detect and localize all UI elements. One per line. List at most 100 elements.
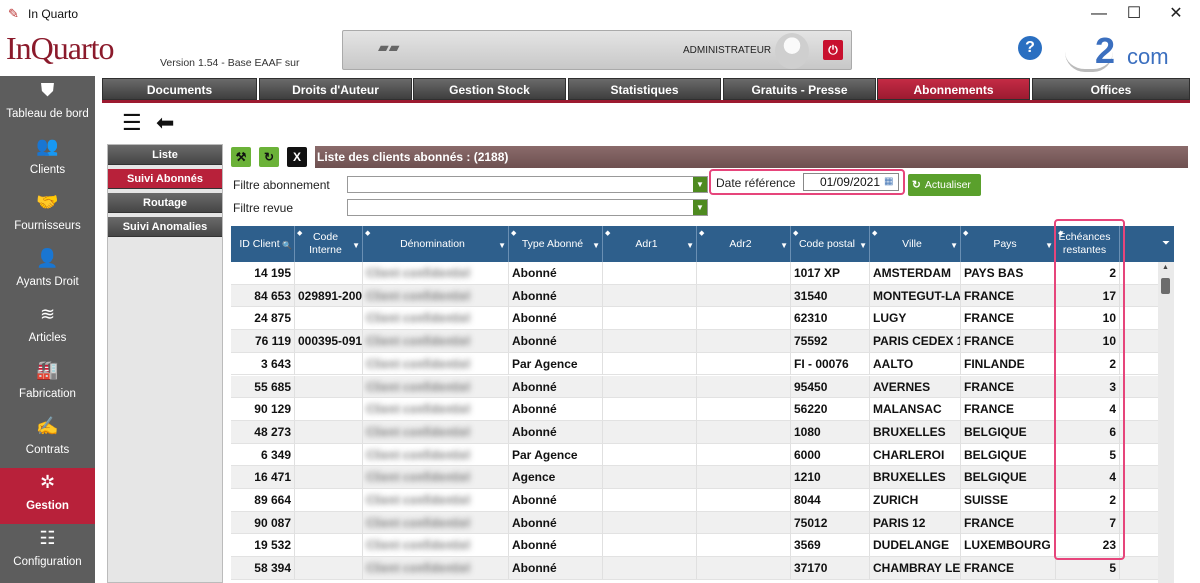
table-row[interactable]: 24 875 Client confidentiel Abonné 62310 LUGY…	[231, 307, 1174, 331]
column-header[interactable]: Dénomination ◆ ▼	[363, 226, 509, 262]
table-row[interactable]: 48 273 Client confidentiel Abonné 1080 BRUXE…	[231, 420, 1174, 444]
maximize-button[interactable]: ☐	[1114, 4, 1154, 24]
sidebar-item-contrats[interactable]: ✍ Contrats	[0, 412, 95, 468]
filter-icon[interactable]: ▼	[1045, 239, 1053, 252]
column-header[interactable]: Code postal ◆ ▼	[791, 226, 870, 262]
table-cell	[603, 375, 697, 398]
column-header[interactable]: Pays ◆ ▼	[961, 226, 1056, 262]
table-row[interactable]: 16 471 Client confidentiel Agence 1210 BRUXE…	[231, 466, 1174, 489]
table-row[interactable]: 84 653 029891-200 Client confidentiel Abonn…	[231, 284, 1174, 308]
table-row[interactable]: 3 643 Client confidentiel Par Agence FI - 0…	[231, 352, 1174, 376]
sidebar-item-articles[interactable]: ≋ Articles	[0, 300, 95, 356]
table-row[interactable]: 58 394 Client confidentiel Abonné 37170 CHAM…	[231, 557, 1174, 580]
filter-icon[interactable]: ▼	[352, 239, 360, 252]
filter-icon[interactable]: ▼	[686, 239, 694, 252]
tab-gestion-stock[interactable]: Gestion Stock	[413, 78, 566, 100]
avatar[interactable]	[775, 33, 809, 69]
subnav-routage[interactable]: Routage	[108, 193, 222, 213]
table-cell	[295, 307, 363, 330]
refresh-icon[interactable]: ↻	[259, 147, 279, 167]
filter-revue-select[interactable]: ▼	[347, 199, 708, 216]
chevron-down-icon[interactable]: ▼	[693, 177, 707, 192]
table-cell: PAYS BAS	[961, 262, 1056, 284]
handshake-icon: 🤝	[36, 192, 59, 212]
table-cell: 76 119	[231, 330, 295, 353]
filter-icon[interactable]: ▼	[859, 239, 867, 252]
column-header[interactable]: Ville ◆ ▼	[870, 226, 961, 262]
table-cell: Client confidentiel	[363, 398, 509, 421]
refresh-icon: ↻	[912, 179, 921, 191]
table-cell: 24 875	[231, 307, 295, 330]
column-header-label: Code Interne	[309, 231, 342, 256]
calendar-icon[interactable]: ▦	[884, 176, 893, 187]
table-cell: Agence	[509, 466, 603, 489]
tab-documents[interactable]: Documents	[102, 78, 257, 100]
table-row[interactable]: 6 349 Client confidentiel Par Agence 6000 CH…	[231, 443, 1174, 467]
column-header[interactable]: Adr2 ◆ ▼	[697, 226, 791, 262]
wand-icon[interactable]: ⚒	[231, 147, 251, 167]
filter-abonnement-select[interactable]: ▼	[347, 176, 708, 193]
chat-icon[interactable]: ▰▰	[378, 39, 400, 56]
power-icon[interactable]: ⏻	[823, 40, 843, 60]
actualiser-button[interactable]: ↻ Actualiser	[908, 174, 981, 196]
scrollbar-thumb[interactable]	[1161, 278, 1170, 294]
table-cell: DUDELANGE	[870, 534, 961, 557]
chevron-down-icon[interactable]: ▼	[693, 200, 707, 215]
filter-icon[interactable]: ▼	[780, 239, 788, 252]
sidebar-item-gestion[interactable]: ✲ Gestion	[0, 468, 95, 524]
table-cell: Abonné	[509, 557, 603, 580]
subnav-suivi-anomalies[interactable]: Suivi Anomalies	[108, 217, 222, 237]
table-row[interactable]: 19 532 Client confidentiel Abonné 3569 DUDEL…	[231, 534, 1174, 558]
table-cell: Client confidentiel	[363, 330, 509, 353]
filter-icon[interactable]: ▼	[498, 239, 506, 252]
sidebar-item-fabrication[interactable]: 🏭 Fabrication	[0, 356, 95, 412]
subnav-liste[interactable]: Liste	[108, 145, 222, 165]
excel-export-icon[interactable]: X	[287, 147, 307, 167]
filter-icon[interactable]: ▼	[592, 239, 600, 252]
table-row[interactable]: 55 685 Client confidentiel Abonné 95450 AVER…	[231, 375, 1174, 399]
table-cell	[295, 375, 363, 398]
help-icon[interactable]: ?	[1018, 36, 1042, 60]
table-row[interactable]: 89 664 Client confidentiel Abonné 8044 ZURIC…	[231, 489, 1174, 512]
vertical-scrollbar[interactable]: ▲	[1158, 262, 1174, 583]
table-cell: Client confidentiel	[363, 511, 509, 534]
tab-gratuits-presse[interactable]: Gratuits - Presse	[723, 78, 876, 100]
column-header[interactable]: ID Client 🔍	[231, 226, 295, 262]
table-row[interactable]: 76 119 000395-091 Client confidentiel Abonn…	[231, 330, 1174, 353]
tab-abonnements[interactable]: Abonnements	[877, 78, 1030, 100]
table-row[interactable]: 14 195 Client confidentiel Abonné 1017 XP AM…	[231, 262, 1174, 285]
sidebar-item-clients[interactable]: 👥 Clients	[0, 132, 95, 188]
column-header[interactable]: Adr1 ◆ ▼	[603, 226, 697, 262]
table-cell: FINLANDE	[961, 352, 1056, 375]
table-cell: 19 532	[231, 534, 295, 557]
column-header-label: Type Abonné	[521, 237, 584, 250]
expand-columns-icon[interactable]: ⏷	[1158, 226, 1174, 262]
sidebar-item-label: Clients	[29, 164, 66, 176]
menu-icon[interactable]: ☰	[122, 110, 142, 136]
tab-statistiques[interactable]: Statistiques	[568, 78, 721, 100]
close-button[interactable]: ✕	[1156, 4, 1196, 24]
tab-droits-d-auteur[interactable]: Droits d'Auteur	[259, 78, 412, 100]
scroll-up-icon[interactable]: ▲	[1162, 264, 1169, 271]
filter-icon[interactable]: ▼	[950, 239, 958, 252]
back-arrow-icon[interactable]: ⬅	[156, 110, 174, 136]
column-header-label: ID Client	[239, 237, 280, 250]
table-cell: FRANCE	[961, 557, 1056, 580]
column-header[interactable]: Code Interne ◆ ▼	[295, 226, 363, 262]
sidebar-item-configuration[interactable]: ☷ Configuration	[0, 524, 95, 580]
search-icon[interactable]: 🔍	[282, 239, 292, 252]
sidebar-item-fournisseurs[interactable]: 🤝 Fournisseurs	[0, 188, 95, 244]
tab-offices[interactable]: Offices	[1032, 78, 1190, 100]
app-header: InQuarto Version 1.54 - Base EAAF sur ▰▰…	[0, 28, 1200, 76]
table-row[interactable]: 90 129 Client confidentiel Abonné 56220 MALA…	[231, 398, 1174, 421]
table-row[interactable]: 90 087 Client confidentiel Abonné 75012 PARI…	[231, 511, 1174, 535]
table-cell: 31540	[791, 284, 870, 307]
subnav-suivi-abonn-s[interactable]: Suivi Abonnés	[108, 169, 222, 189]
sidebar-item-tableau-de-bord[interactable]: ⛊ Tableau de bord	[0, 76, 95, 132]
column-header-label: Pays	[993, 237, 1017, 250]
sidebar-item-ayants-droit[interactable]: 👤 Ayants Droit	[0, 244, 95, 300]
table-cell: Abonné	[509, 330, 603, 353]
minimize-button[interactable]: —	[1079, 4, 1119, 24]
column-header[interactable]: Type Abonné ◆ ▼	[509, 226, 603, 262]
table-cell: AALTO	[870, 352, 961, 375]
